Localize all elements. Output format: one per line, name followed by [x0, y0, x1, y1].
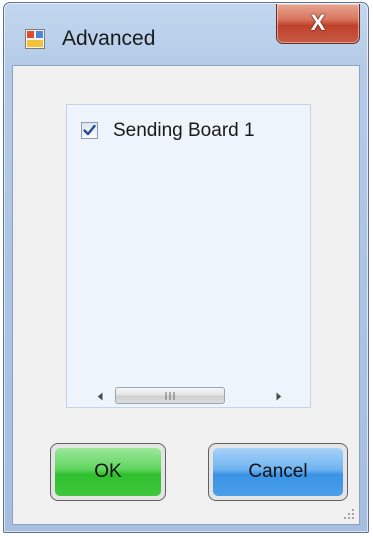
- scrollbar-thumb[interactable]: [115, 387, 225, 404]
- close-button[interactable]: X: [276, 4, 360, 44]
- ok-button-label: OK: [94, 461, 122, 482]
- title-bar[interactable]: Advanced X: [4, 3, 368, 65]
- sending-board-list[interactable]: Sending Board 1: [66, 104, 311, 408]
- thumb-grip-icon: [165, 392, 175, 400]
- ok-button[interactable]: OK: [50, 443, 166, 501]
- scroll-right-arrow-icon[interactable]: [270, 387, 288, 405]
- dialog-window: Advanced X Sending Board 1 OK Cancel: [3, 2, 369, 533]
- window-title: Advanced: [62, 27, 156, 50]
- cancel-button[interactable]: Cancel: [208, 443, 348, 501]
- checkmark-icon: [83, 124, 96, 136]
- horizontal-scrollbar[interactable]: [91, 387, 288, 405]
- resize-grip-icon[interactable]: [343, 508, 355, 520]
- list-item-label: Sending Board 1: [113, 120, 255, 141]
- cancel-button-label: Cancel: [248, 461, 308, 482]
- sending-board-checkbox[interactable]: [81, 122, 98, 139]
- close-icon: X: [310, 10, 326, 35]
- app-window-icon: [25, 29, 45, 49]
- scroll-left-arrow-icon[interactable]: [91, 387, 109, 405]
- dialog-content: Sending Board 1 OK Cancel: [12, 65, 360, 525]
